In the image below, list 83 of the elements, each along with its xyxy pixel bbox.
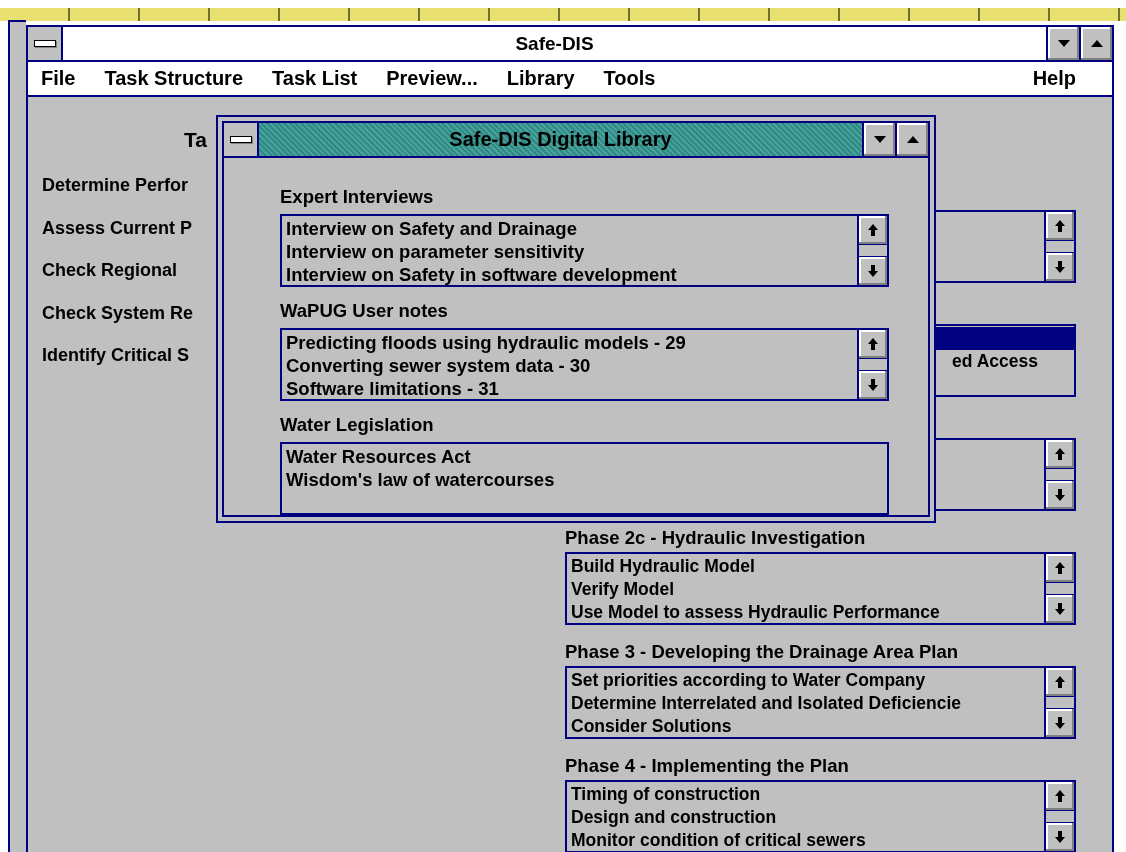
list-item[interactable]: Set priorities according to Water Company — [567, 669, 1044, 692]
scroll-up-button[interactable] — [1046, 212, 1074, 241]
list-item[interactable]: Consider Solutions — [567, 715, 1044, 737]
scroll-up-button[interactable] — [859, 216, 887, 245]
scroll-up-button[interactable] — [1046, 554, 1074, 583]
menu-item[interactable]: Task Structure — [104, 67, 244, 90]
list-box[interactable]: Interview on Safety and Drainage Interview on parameter sensitivity Interview on Safety in software development — [280, 214, 889, 287]
scroll-down-button[interactable] — [859, 370, 887, 399]
scroll-down-button[interactable] — [859, 256, 887, 285]
scrollbar[interactable] — [1044, 440, 1074, 509]
maximize-button[interactable] — [895, 123, 928, 156]
up-arrow-icon — [868, 224, 878, 236]
list-item[interactable]: Interview on Safety in software development — [282, 263, 857, 285]
down-arrow-icon — [868, 379, 878, 391]
down-arrow-icon — [1055, 831, 1065, 843]
system-menu-button[interactable] — [28, 27, 63, 60]
down-arrow-icon — [868, 265, 878, 277]
list-item[interactable]: Timing of construction — [567, 783, 1044, 806]
scrollbar[interactable] — [857, 216, 887, 285]
scroll-up-button[interactable] — [859, 330, 887, 359]
list-item[interactable]: Wisdom's law of watercourses — [282, 468, 887, 491]
menu-item[interactable]: Preview... — [386, 67, 478, 90]
list-item[interactable]: Water Resources Act — [282, 445, 887, 468]
menu-item[interactable]: Library — [506, 67, 575, 90]
list-item[interactable]: Design and construction — [567, 806, 1044, 829]
scroll-up-button[interactable] — [1046, 440, 1074, 469]
down-arrow-icon — [1055, 489, 1065, 501]
section-heading: Ta — [184, 128, 207, 151]
list-item[interactable]: Verify Model — [567, 578, 1044, 601]
list-item[interactable]: Determine Interrelated and Isolated Deficiencie — [567, 692, 1044, 715]
scrollbar[interactable] — [1044, 212, 1074, 281]
down-triangle-icon — [1057, 40, 1070, 47]
window-title: Safe-DIS — [514, 32, 595, 56]
list-item[interactable]: Monitor condition of critical sewers — [567, 829, 1044, 851]
up-arrow-icon — [1055, 790, 1065, 802]
up-arrow-icon — [1055, 562, 1065, 574]
phase-heading: Phase 4 - Implementing the Plan — [565, 755, 849, 776]
scroll-down-button[interactable] — [1046, 480, 1074, 509]
scroll-up-button[interactable] — [1046, 782, 1074, 811]
menu-item[interactable]: Tools — [603, 67, 656, 90]
down-arrow-icon — [1055, 717, 1065, 729]
minimize-button[interactable] — [1046, 27, 1079, 60]
scrollbar[interactable] — [857, 330, 887, 399]
scrollbar[interactable] — [1044, 554, 1074, 623]
phase-heading: Phase 2c - Hydraulic Investigation — [565, 527, 866, 548]
section-heading: Expert Interviews — [280, 185, 434, 208]
up-triangle-icon — [906, 136, 919, 143]
list-box[interactable]: Water Resources Act Wisdom's law of watercourses — [280, 442, 889, 515]
scroll-up-button[interactable] — [1046, 668, 1074, 697]
list-item[interactable]: Software limitations - 31 — [282, 377, 857, 399]
list-box[interactable]: Build Hydraulic Model Verify Model Use Model to assess Hydraulic Performance — [565, 552, 1076, 625]
list-item[interactable]: Converting sewer system data - 30 — [282, 354, 857, 377]
scroll-down-button[interactable] — [1046, 822, 1074, 851]
scroll-down-button[interactable] — [1046, 252, 1074, 281]
list-item[interactable]: Interview on Safety and Drainage — [282, 217, 857, 240]
minimize-button[interactable] — [862, 123, 895, 156]
phase-heading: Phase 3 - Developing the Drainage Area Plan — [565, 641, 959, 662]
up-arrow-icon — [868, 338, 878, 350]
down-arrow-icon — [1055, 603, 1065, 615]
down-triangle-icon — [873, 136, 886, 143]
section-heading: Water Legislation — [280, 413, 434, 436]
up-arrow-icon — [1055, 220, 1065, 232]
list-box[interactable]: Predicting floods using hydraulic models - 29 Converting sewer system data - 30 Software limitations - 31 — [280, 328, 889, 401]
list-box[interactable]: Timing of construction Design and construction Monitor condition of critical sewers — [565, 780, 1076, 852]
up-arrow-icon — [1055, 448, 1065, 460]
up-triangle-icon — [1090, 40, 1103, 47]
down-arrow-icon — [1055, 261, 1065, 273]
list-item[interactable]: Use Model to assess Hydraulic Performance — [567, 601, 1044, 623]
dialog-title: Safe-DIS Digital Library — [259, 123, 862, 156]
scroll-down-button[interactable] — [1046, 708, 1074, 737]
menu-item[interactable]: Task List — [272, 67, 358, 90]
scrollbar[interactable] — [1044, 782, 1074, 851]
section-heading: WaPUG User notes — [280, 299, 448, 322]
list-item[interactable]: Interview on parameter sensitivity — [282, 240, 857, 263]
list-item[interactable]: Build Hydraulic Model — [567, 555, 1044, 578]
up-arrow-icon — [1055, 676, 1065, 688]
menu-item[interactable]: File — [41, 67, 76, 90]
menu-item[interactable]: Help — [1032, 67, 1076, 90]
scrollbar[interactable] — [1044, 668, 1074, 737]
list-item[interactable]: Predicting floods using hydraulic models - 29 — [282, 331, 857, 354]
maximize-button[interactable] — [1079, 27, 1112, 60]
scroll-down-button[interactable] — [1046, 594, 1074, 623]
list-box[interactable]: Set priorities according to Water Company Determine Interrelated and Isolated Deficiencie Consider Solutions — [565, 666, 1076, 739]
